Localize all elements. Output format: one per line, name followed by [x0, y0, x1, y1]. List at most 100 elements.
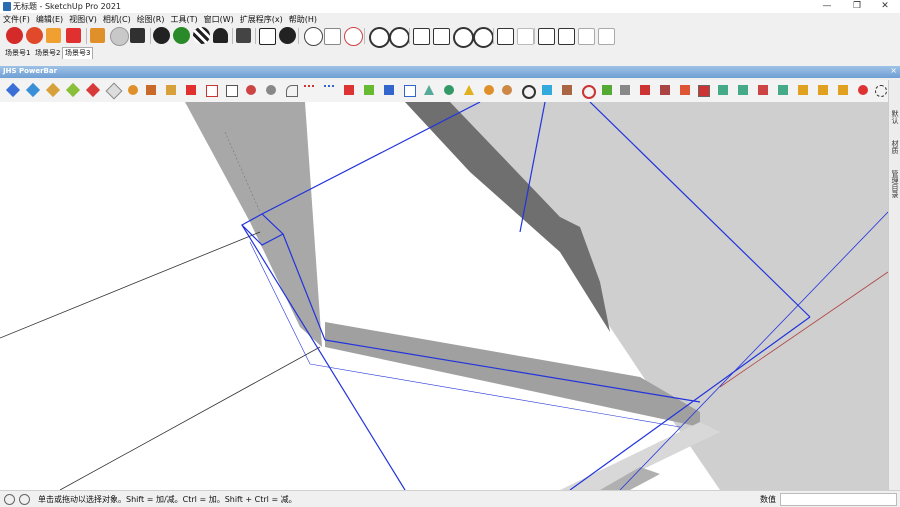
powerbar-tool-icon[interactable] — [542, 85, 552, 95]
powerbar-tool-icon[interactable] — [5, 82, 21, 98]
window-copy-icon[interactable] — [578, 28, 595, 45]
teapot-icon[interactable] — [413, 28, 430, 45]
powerbar-tool-icon[interactable] — [640, 85, 650, 95]
powerbar-tool-icon[interactable] — [502, 85, 512, 95]
menu-extensions[interactable]: 扩展程序(x) — [240, 14, 283, 25]
powerbar-tool-icon[interactable] — [45, 82, 61, 98]
add-circle-icon[interactable] — [153, 27, 170, 44]
menu-draw[interactable]: 绘图(R) — [137, 14, 165, 25]
menu-file[interactable]: 文件(F) — [3, 14, 30, 25]
menu-camera[interactable]: 相机(C) — [103, 14, 131, 25]
powerbar-tool-icon[interactable] — [484, 85, 494, 95]
camera-icon[interactable] — [66, 28, 81, 43]
powerbar-tool-icon[interactable] — [166, 85, 176, 95]
powerbar-tool-icon[interactable] — [304, 85, 314, 97]
powerbar-tool-icon[interactable] — [738, 85, 748, 95]
refresh-icon[interactable] — [110, 27, 129, 46]
help-icon[interactable] — [4, 494, 15, 505]
powerbar-tool-icon[interactable] — [128, 85, 138, 95]
powerbar-tool-icon[interactable] — [146, 85, 156, 95]
powerbar-tool-icon[interactable] — [602, 85, 612, 95]
info-status-icon[interactable] — [19, 494, 30, 505]
model-canvas[interactable] — [0, 102, 888, 490]
maximize-button[interactable]: ❐ — [842, 0, 872, 13]
powerbar-title: JHS PowerBar — [3, 67, 58, 75]
document-icon[interactable] — [517, 28, 534, 45]
layers-icon[interactable] — [130, 28, 145, 43]
powerbar-tool-icon[interactable] — [364, 85, 374, 95]
tree-icon[interactable] — [173, 27, 190, 44]
window-stack-icon[interactable] — [558, 28, 575, 45]
powerbar-tool-icon[interactable] — [444, 85, 454, 95]
gear-red-icon[interactable] — [26, 27, 43, 44]
tray-tab-default[interactable]: 默认 — [890, 110, 900, 124]
powerbar-tool-icon[interactable] — [324, 85, 334, 97]
settings-cog-icon[interactable] — [236, 28, 251, 43]
palette-icon[interactable] — [389, 27, 410, 48]
warning-icon[interactable] — [464, 85, 474, 95]
scene-tab-2[interactable]: 场景号2 — [32, 47, 63, 60]
powerbar-tool-icon[interactable] — [562, 85, 572, 95]
hand-icon[interactable] — [433, 28, 450, 45]
powerbar-tool-icon[interactable] — [246, 85, 256, 95]
powerbar-tool-icon[interactable] — [620, 85, 630, 95]
menu-window[interactable]: 窗口(W) — [204, 14, 234, 25]
close-button[interactable]: ✕ — [870, 0, 900, 13]
powerbar-tool-icon[interactable] — [798, 85, 808, 95]
powerbar-tool-icon[interactable] — [25, 82, 41, 98]
window-icon[interactable] — [538, 28, 555, 45]
sketchup-logo-icon[interactable] — [6, 27, 23, 44]
powerbar-tool-icon[interactable] — [718, 85, 728, 95]
component-icon[interactable] — [90, 28, 105, 43]
powerbar-tool-icon[interactable] — [186, 85, 196, 95]
open-folder-icon[interactable] — [46, 28, 61, 43]
cloud-upload-icon[interactable] — [213, 28, 228, 43]
info-icon[interactable] — [279, 27, 296, 44]
menu-tools[interactable]: 工具(T) — [171, 14, 198, 25]
powerbar-tool-icon[interactable] — [858, 85, 868, 95]
spiral-icon[interactable] — [453, 27, 474, 48]
powerbar-tool-icon[interactable] — [105, 82, 123, 100]
powerbar-tool-icon[interactable] — [384, 85, 394, 95]
rotate-icon[interactable] — [473, 27, 494, 48]
minimize-button[interactable]: — — [812, 0, 842, 13]
tray-tab-manage[interactable]: 管理目录 — [890, 170, 900, 198]
menu-view[interactable]: 视图(V) — [69, 14, 97, 25]
checker-icon[interactable] — [193, 27, 210, 44]
sun-icon[interactable] — [304, 27, 323, 46]
model-viewport[interactable] — [0, 102, 888, 490]
printer-icon[interactable] — [497, 28, 514, 45]
powerbar-tool-icon[interactable] — [286, 85, 298, 97]
powerbar-tool-icon[interactable] — [404, 85, 416, 97]
scene-tab-1[interactable]: 场景号1 — [2, 47, 33, 60]
clock-icon[interactable] — [344, 27, 363, 46]
powerbar-tool-icon[interactable] — [266, 85, 276, 95]
powerbar-tool-icon[interactable] — [778, 85, 788, 95]
scene-tab-3[interactable]: 场景号3 — [62, 47, 94, 59]
powerbar-tool-icon[interactable] — [226, 85, 238, 97]
powerbar-tool-icon[interactable] — [344, 85, 354, 95]
measurements-input[interactable] — [780, 493, 897, 506]
powerbar-close-button[interactable]: × — [890, 66, 897, 75]
powerbar-tool-icon[interactable] — [424, 85, 434, 95]
powerbar-tool-icon[interactable] — [838, 85, 848, 95]
powerbar-tool-icon[interactable] — [522, 85, 536, 99]
menu-help[interactable]: 帮助(H) — [289, 14, 317, 25]
powerbar-tool-icon[interactable] — [65, 82, 81, 98]
tray-tab-materials[interactable]: 材质 — [890, 140, 900, 154]
powerbar-titlebar[interactable]: JHS PowerBar × — [0, 66, 900, 78]
check-circle-icon[interactable] — [369, 27, 390, 48]
menu-edit[interactable]: 编辑(E) — [36, 14, 63, 25]
powerbar-tool-icon[interactable] — [680, 85, 690, 95]
powerbar-tool-icon[interactable] — [206, 85, 218, 97]
powerbar-tool-icon[interactable] — [758, 85, 768, 95]
eyedropper-icon[interactable] — [324, 28, 341, 45]
powerbar-tool-icon[interactable] — [698, 85, 710, 97]
powerbar-tool-icon[interactable] — [660, 85, 670, 95]
powerbar-tool-icon[interactable] — [85, 82, 101, 98]
magnet-icon[interactable] — [582, 85, 596, 99]
mail-icon[interactable] — [259, 28, 276, 45]
powerbar-tool-icon[interactable] — [875, 85, 887, 97]
powerbar-tool-icon[interactable] — [818, 85, 828, 95]
lock-icon[interactable] — [598, 28, 615, 45]
